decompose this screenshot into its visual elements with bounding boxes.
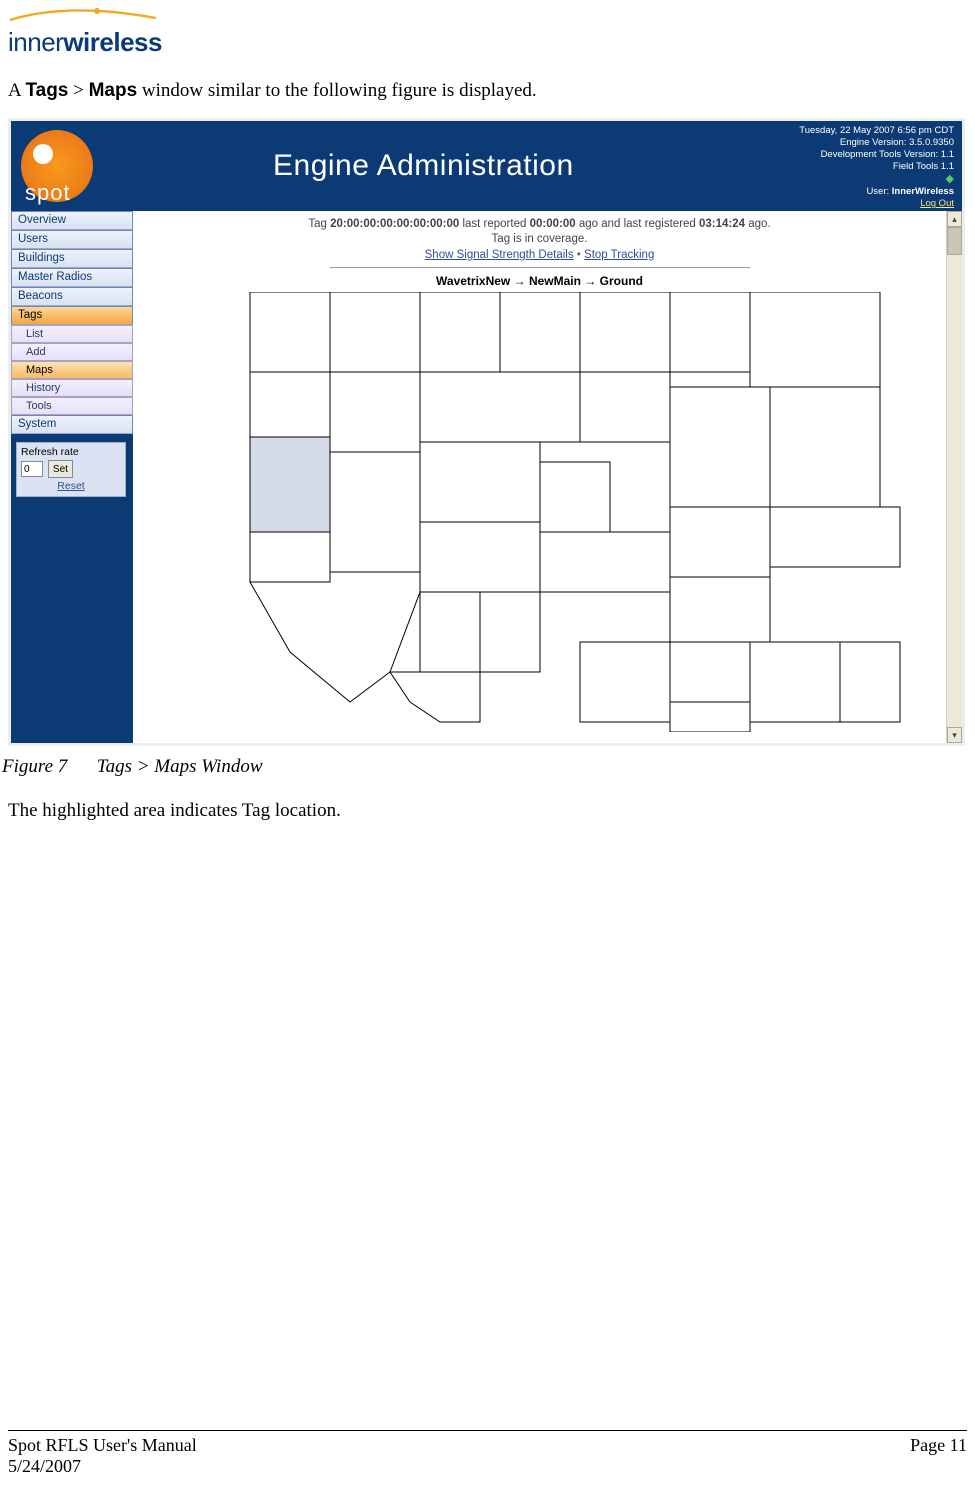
- sidebar-item-beacons[interactable]: Beacons: [11, 287, 133, 306]
- floorplan-svg: [150, 292, 930, 732]
- arrow-icon: →: [584, 274, 599, 288]
- intro-prefix: A: [8, 80, 25, 101]
- sidebar-item-master-radios[interactable]: Master Radios: [11, 268, 133, 287]
- logout-link[interactable]: Log Out: [920, 198, 954, 209]
- status-mid2: ago and last registered: [576, 218, 699, 230]
- header-engine-ver: Engine Version: 3.5.0.9350: [754, 137, 954, 149]
- user-label: User:: [866, 186, 891, 197]
- app-header: spot Engine Administration Tuesday, 22 M…: [11, 121, 962, 211]
- figure-number: Figure 7: [2, 756, 92, 778]
- scroll-down-button[interactable]: ▾: [947, 727, 962, 743]
- refresh-set-button[interactable]: Set: [48, 460, 73, 478]
- sidebar-item-overview[interactable]: Overview: [11, 211, 133, 230]
- figure-caption: Figure 7 Tags > Maps Window: [2, 756, 263, 778]
- footer-rule: [8, 1430, 967, 1431]
- bc-room: Ground: [600, 274, 643, 288]
- intro-maps: Maps: [89, 80, 138, 101]
- bc-building: WavetrixNew: [436, 274, 510, 288]
- header-devtools-ver: Development Tools Version: 1.1: [754, 149, 954, 161]
- highlighted-room: [250, 437, 330, 532]
- status-prefix: Tag: [308, 218, 330, 230]
- user-name: InnerWireless: [892, 186, 954, 197]
- refresh-rate-input[interactable]: [21, 461, 43, 477]
- stop-tracking-link[interactable]: Stop Tracking: [584, 249, 654, 261]
- registered-time: 03:14:24: [699, 218, 745, 230]
- figure-title: Tags > Maps Window: [97, 756, 263, 777]
- tags-sub-add[interactable]: Add: [11, 343, 133, 361]
- scroll-thumb[interactable]: [947, 227, 962, 255]
- link-separator-icon: •: [577, 249, 584, 261]
- header-user: User: InnerWireless: [754, 186, 954, 198]
- tag-links: Show Signal Strength Details • Stop Trac…: [133, 249, 946, 261]
- refresh-reset-link[interactable]: Reset: [21, 480, 121, 492]
- refresh-box: Refresh rate Set Reset: [16, 442, 126, 497]
- divider: [330, 267, 750, 268]
- header-meta: Tuesday, 22 May 2007 6:56 pm CDT Engine …: [754, 125, 954, 210]
- coverage-status: Tag is in coverage.: [492, 233, 588, 245]
- bc-floor: NewMain: [529, 274, 581, 288]
- tag-id: 20:00:00:00:00:00:00:00: [330, 218, 459, 230]
- status-suffix: ago.: [745, 218, 771, 230]
- logo-swoosh-icon: [8, 8, 158, 22]
- sidebar: Overview Users Buildings Master Radios B…: [11, 211, 133, 743]
- tag-status: Tag 20:00:00:00:00:00:00:00 last reporte…: [133, 217, 946, 247]
- sidebar-item-system[interactable]: System: [11, 415, 133, 434]
- spot-dot-icon: [33, 144, 53, 164]
- logo-text-wireless: wireless: [63, 27, 162, 57]
- app-window: spot Engine Administration Tuesday, 22 M…: [11, 121, 962, 743]
- sidebar-item-buildings[interactable]: Buildings: [11, 249, 133, 268]
- header-fieldtools: Field Tools 1.1: [754, 161, 954, 173]
- app-title: Engine Administration: [273, 149, 574, 183]
- reported-time: 00:00:00: [530, 218, 576, 230]
- header-datetime: Tuesday, 22 May 2007 6:56 pm CDT: [754, 125, 954, 137]
- arrow-icon: →: [514, 274, 529, 288]
- floorplan: [150, 292, 930, 732]
- logo-text-inner: inner: [8, 27, 63, 57]
- scroll-up-button[interactable]: ▴: [947, 211, 962, 227]
- page-footer: Spot RFLS User's Manual 5/24/2007 Page 1…: [8, 1430, 967, 1477]
- signal-details-link[interactable]: Show Signal Strength Details: [425, 249, 574, 261]
- intro-tags: Tags: [25, 80, 68, 101]
- body-line-2: The highlighted area indicates Tag locat…: [8, 800, 341, 822]
- main-content: Tag 20:00:00:00:00:00:00:00 last reporte…: [133, 211, 946, 743]
- intro-suffix: window similar to the following figure i…: [137, 80, 536, 101]
- footer-title: Spot RFLS User's Manual: [8, 1435, 197, 1456]
- screenshot-frame: spot Engine Administration Tuesday, 22 M…: [8, 118, 965, 746]
- sidebar-item-users[interactable]: Users: [11, 230, 133, 249]
- footer-page: Page 11: [910, 1435, 967, 1477]
- tags-sub-history[interactable]: History: [11, 379, 133, 397]
- sidebar-item-tags[interactable]: Tags: [11, 306, 133, 325]
- brand-logo: innerwireless: [8, 6, 162, 58]
- spot-label: spot: [25, 180, 71, 206]
- tags-sub-maps[interactable]: Maps: [11, 361, 133, 379]
- status-diamond-icon: ◆: [754, 173, 954, 187]
- intro-gt: >: [68, 80, 88, 101]
- tags-sub-list[interactable]: List: [11, 325, 133, 343]
- footer-date: 5/24/2007: [8, 1456, 197, 1477]
- spot-logo: spot: [21, 130, 93, 202]
- tags-sub-tools[interactable]: Tools: [11, 397, 133, 415]
- status-mid1: last reported: [459, 218, 529, 230]
- app-body: Overview Users Buildings Master Radios B…: [11, 211, 962, 743]
- location-breadcrumb: WavetrixNew → NewMain → Ground: [133, 274, 946, 288]
- refresh-title: Refresh rate: [21, 446, 121, 458]
- vertical-scrollbar[interactable]: ▴ ▾: [946, 211, 962, 743]
- intro-line: A Tags > Maps window similar to the foll…: [8, 80, 964, 102]
